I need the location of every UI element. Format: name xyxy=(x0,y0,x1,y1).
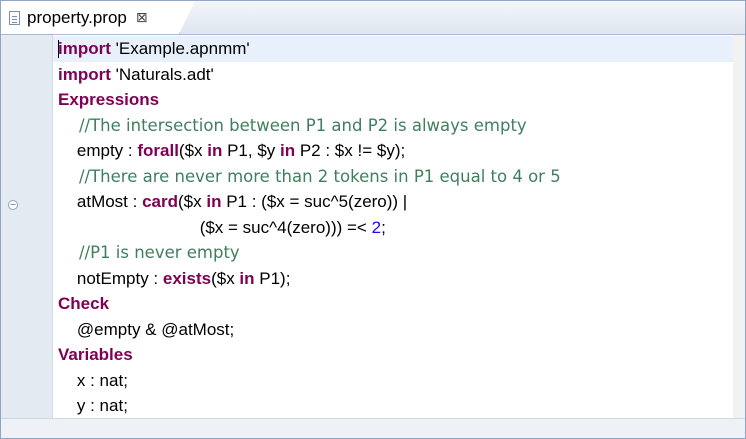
code-line[interactable]: x : nat; xyxy=(53,368,128,394)
line-gutter: − xyxy=(1,35,53,419)
code-line-text: import 'Naturals.adt' xyxy=(53,65,214,84)
code-text: empty : xyxy=(58,141,138,160)
code-text: ; xyxy=(381,217,386,237)
code-text: x : nat; xyxy=(58,370,128,390)
close-icon[interactable]: ⊠ xyxy=(136,10,148,26)
code-text: P2 : $x != $y); xyxy=(295,141,406,160)
text-caret xyxy=(58,40,59,58)
code-line-text: notEmpty : exists($x in P1); xyxy=(53,268,291,288)
code-line[interactable]: notEmpty : exists($x in P1); xyxy=(53,266,291,292)
code-line[interactable]: empty : forall($x in P1, $y in P2 : $x !… xyxy=(53,138,405,164)
code-line-text: y : nat; xyxy=(53,396,128,415)
code-line[interactable]: //P1 is never empty xyxy=(53,240,240,266)
code-keyword: Variables xyxy=(58,345,133,364)
code-keyword: in xyxy=(207,141,223,160)
code-line[interactable]: y : nat; xyxy=(53,393,128,419)
code-text: P1, $y xyxy=(222,141,281,160)
code-keyword: Expressions xyxy=(58,90,160,109)
code-text: 'Example.apnmm' xyxy=(110,39,250,58)
code-keyword: card xyxy=(142,192,179,211)
code-keyword: import xyxy=(58,39,111,58)
code-keyword: in xyxy=(206,192,222,211)
code-line-text: Check xyxy=(53,294,109,313)
code-comment: //The intersection between P1 and P2 is … xyxy=(58,115,527,135)
code-text: P1); xyxy=(254,268,291,288)
code-keyword: exists xyxy=(162,268,212,288)
code-line[interactable]: Variables xyxy=(53,342,133,368)
code-comment: //P1 is never empty xyxy=(58,243,240,262)
code-line[interactable]: @empty & @atMost; xyxy=(53,317,234,343)
code-line-text: ($x = suc^4(zero))) =< 2; xyxy=(53,218,386,237)
horizontal-scrollbar[interactable] xyxy=(1,418,745,438)
code-line[interactable]: import 'Example.apnmm' xyxy=(53,36,733,62)
fold-collapse-icon[interactable]: − xyxy=(8,200,18,210)
code-text: P1 : ($x = suc^5(zero)) | xyxy=(221,192,408,211)
code-line[interactable]: //There are never more than 2 tokens in … xyxy=(53,164,561,190)
editor-tabstrip: property.prop ⊠ xyxy=(1,1,745,35)
tab-property-prop[interactable]: property.prop ⊠ xyxy=(1,1,195,34)
code-line-text: import 'Example.apnmm' xyxy=(53,39,250,58)
code-keyword: forall xyxy=(137,141,179,160)
code-line-text: //There are never more than 2 tokens in … xyxy=(53,167,561,186)
code-keyword: import xyxy=(58,64,111,84)
code-text: atMost : xyxy=(58,192,143,211)
code-comment: //There are never more than 2 tokens in … xyxy=(58,166,561,186)
code-line[interactable]: atMost : card($x in P1 : ($x = suc^5(zer… xyxy=(53,189,407,215)
code-keyword: in xyxy=(280,141,296,160)
code-text: ($x xyxy=(211,268,240,288)
code-keyword: Check xyxy=(58,294,110,313)
vertical-scrollbar[interactable] xyxy=(733,35,745,419)
code-text: @empty & @atMost; xyxy=(58,319,235,339)
code-text: 'Naturals.adt' xyxy=(110,64,214,84)
document-icon xyxy=(9,10,20,25)
code-line-text: Variables xyxy=(53,345,133,364)
code-line-text: @empty & @atMost; xyxy=(53,320,234,339)
code-text: ($x xyxy=(178,141,208,160)
code-line-text: //P1 is never empty xyxy=(53,243,240,262)
code-line-text: empty : forall($x in P1, $y in P2 : $x !… xyxy=(53,141,405,160)
code-text: ($x = suc^4(zero))) =< xyxy=(58,217,372,237)
code-number: 2 xyxy=(371,217,382,237)
code-line-text: atMost : card($x in P1 : ($x = suc^5(zer… xyxy=(53,192,407,211)
code-text: ($x xyxy=(178,192,207,211)
code-line[interactable]: Check xyxy=(53,291,109,317)
code-line-text: Expressions xyxy=(53,90,159,109)
code-line[interactable]: Expressions xyxy=(53,87,159,113)
code-line-text: x : nat; xyxy=(53,371,128,390)
code-text: y : nat; xyxy=(58,396,128,415)
code-text: notEmpty : xyxy=(58,268,163,288)
code-line[interactable]: ($x = suc^4(zero))) =< 2; xyxy=(53,215,386,241)
editor-frame: property.prop ⊠ − import 'Example.apnmm'… xyxy=(0,0,746,439)
code-line[interactable]: import 'Naturals.adt' xyxy=(53,62,214,88)
code-line[interactable]: //The intersection between P1 and P2 is … xyxy=(53,113,527,139)
code-editor-text-area[interactable]: import 'Example.apnmm' import 'Naturals.a… xyxy=(53,35,733,419)
editor-body: − import 'Example.apnmm' import 'Naturals… xyxy=(1,35,745,438)
code-line-text: //The intersection between P1 and P2 is … xyxy=(53,116,527,135)
code-keyword: in xyxy=(239,268,255,288)
tab-title: property.prop xyxy=(27,7,127,27)
